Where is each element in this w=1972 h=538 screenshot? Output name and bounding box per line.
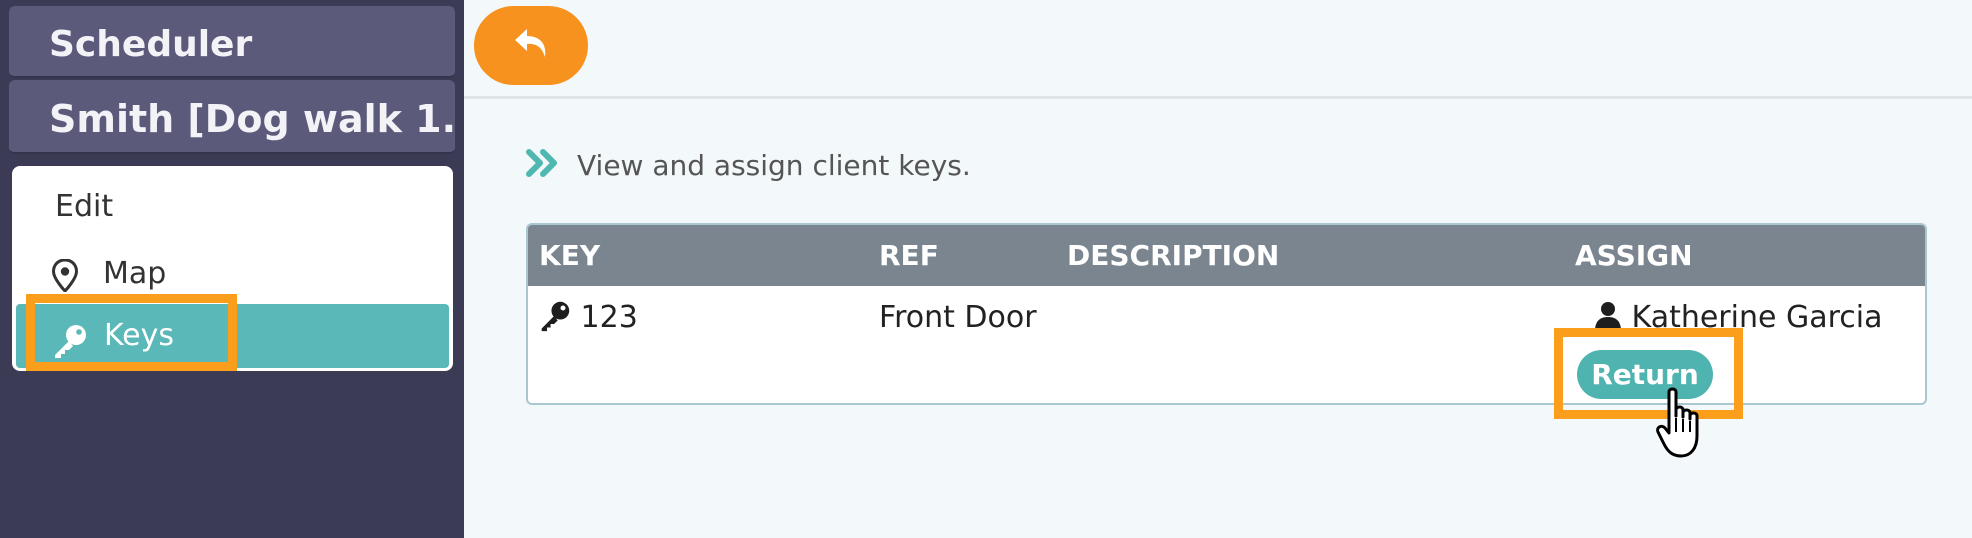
sidebar-title[interactable]: Scheduler	[9, 6, 455, 78]
assignee-cell: Katherine Garcia	[1594, 298, 1883, 338]
table-header: KEY REF DESCRIPTION ASSIGN	[528, 225, 1925, 286]
sidebar-subtitle[interactable]: Smith [Dog walk 1...	[9, 80, 455, 154]
double-chevron-right-icon	[526, 148, 560, 183]
sidebar-item-label: Keys	[104, 318, 175, 353]
key-icon	[52, 318, 88, 382]
sidebar-item-label: Map	[103, 256, 167, 291]
back-button[interactable]	[474, 6, 588, 85]
user-icon	[1595, 302, 1621, 331]
top-bar	[464, 0, 1972, 99]
key-number: 123	[580, 300, 638, 335]
sidebar-item-keys[interactable]: Keys	[16, 304, 449, 368]
sidebar-item-map[interactable]: Map	[12, 249, 453, 299]
column-header-description: DESCRIPTION	[1067, 239, 1280, 272]
map-pin-icon	[51, 258, 79, 308]
sidebar-item-edit[interactable]: Edit	[12, 182, 453, 232]
sidebar-menu: Edit Map Keys	[12, 166, 453, 371]
key-icon	[541, 301, 570, 332]
assignee-name: Katherine Garcia	[1631, 300, 1883, 335]
undo-arrow-icon	[515, 29, 546, 57]
ref-cell: Front Door	[879, 300, 1037, 335]
sidebar: Scheduler Smith [Dog walk 1... Edit Map	[0, 0, 464, 538]
sidebar-item-label: Edit	[55, 189, 114, 224]
intro-text: View and assign client keys.	[577, 149, 971, 182]
column-header-key: KEY	[539, 239, 601, 272]
column-header-assign: ASSIGN	[1575, 239, 1693, 272]
column-header-ref: REF	[879, 239, 939, 272]
keys-table: KEY REF DESCRIPTION ASSIGN 123 Front Doo…	[526, 223, 1927, 405]
key-cell: 123	[539, 298, 638, 338]
hand-cursor-icon	[1655, 386, 1715, 469]
